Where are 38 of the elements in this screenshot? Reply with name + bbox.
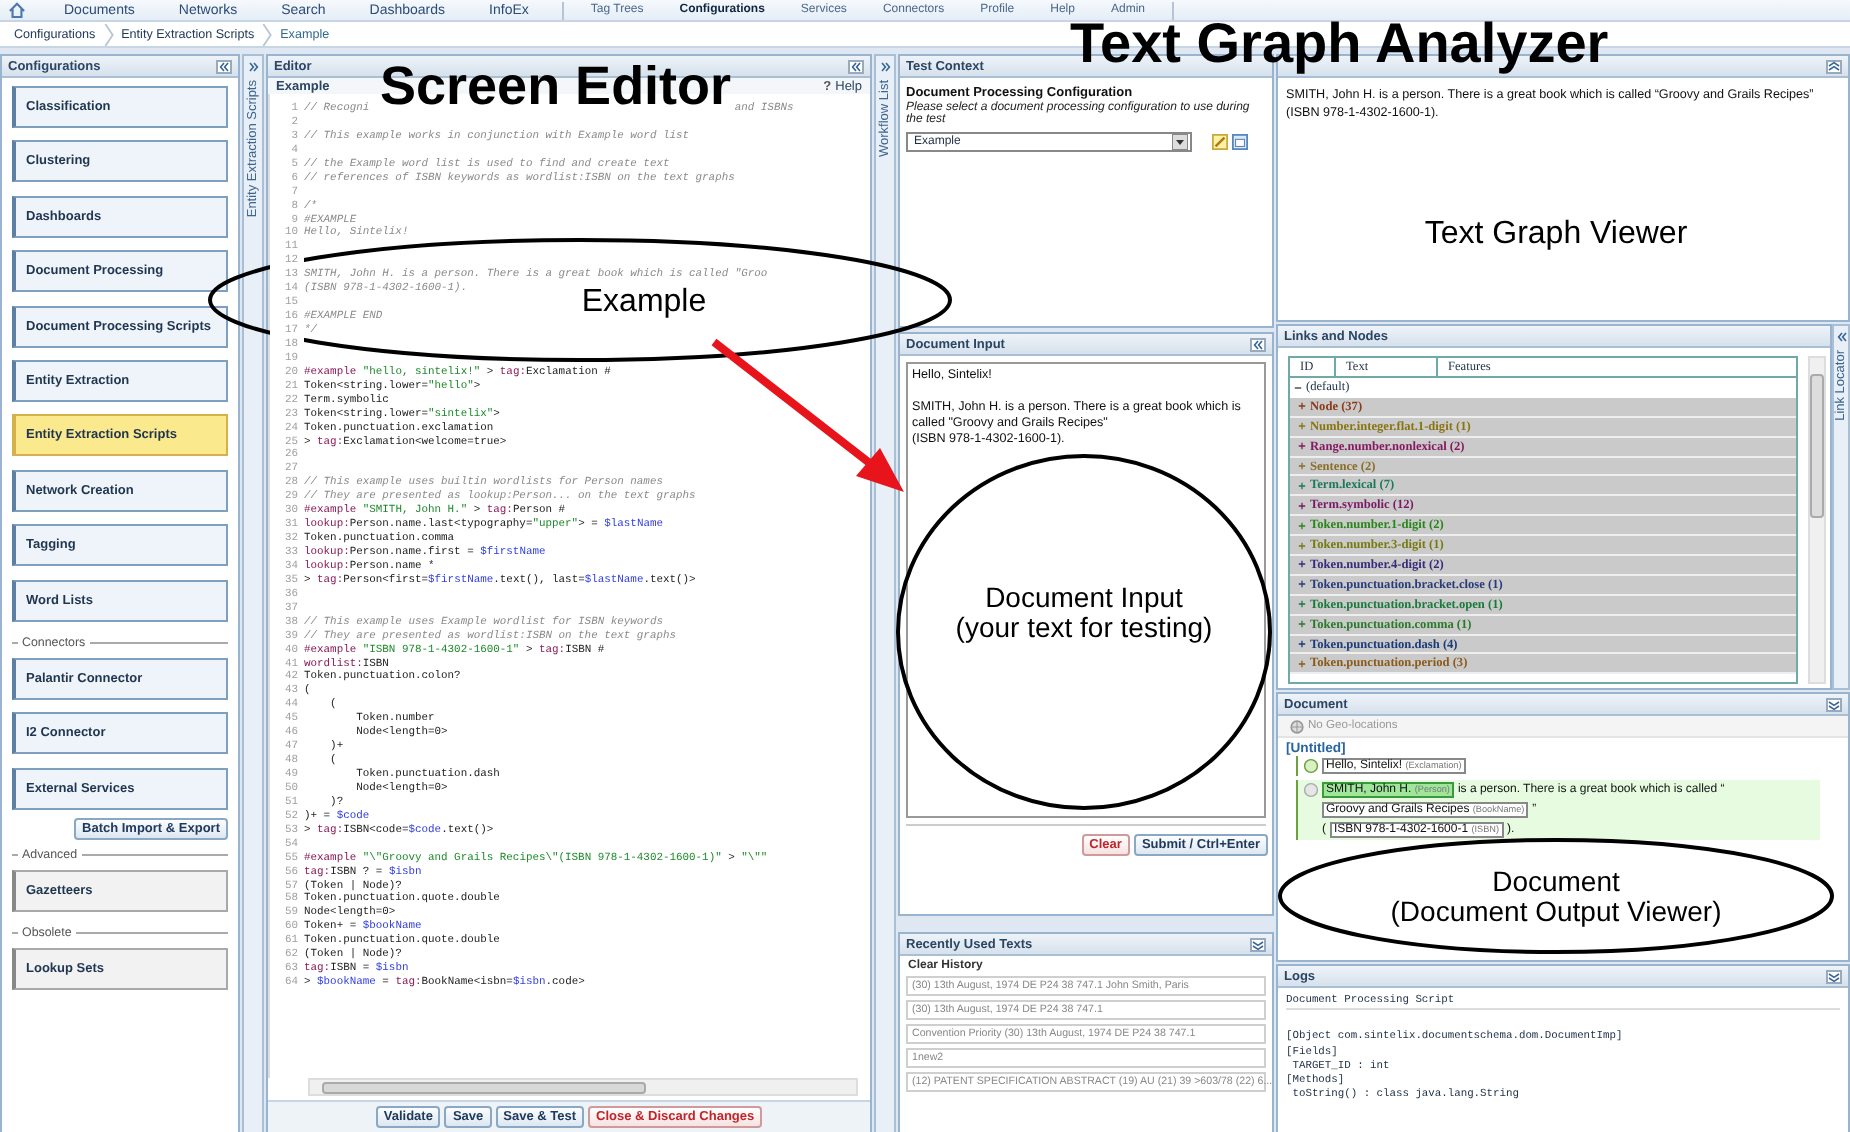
expand-icon[interactable] [1298,600,1306,609]
collapse-icon[interactable] [1833,330,1849,344]
expand-icon[interactable] [1298,560,1306,569]
collapse-icon[interactable] [1250,337,1266,351]
expand-icon[interactable] [1298,521,1306,530]
chevron-icon [262,23,273,45]
expand-icon[interactable] [1298,659,1306,668]
callout-label: Text Graph Viewer [1424,219,1688,253]
expand-icon[interactable] [1298,580,1306,589]
expand-icon[interactable] [1298,481,1306,490]
expand-icon[interactable] [245,60,261,74]
collapse-icon[interactable] [1826,59,1842,73]
expand-icon[interactable] [1298,442,1306,451]
collapse-icon[interactable] [848,59,864,73]
collapse-icon[interactable] [1250,937,1266,951]
expand-icon[interactable] [1298,541,1306,550]
pencil-icon[interactable] [1212,134,1228,150]
expand-icon[interactable] [1298,402,1306,411]
callout-label: Document Input (your text for testing) [955,582,1213,642]
expand-icon[interactable] [1298,640,1306,649]
collapse-icon[interactable] [216,59,232,73]
chevron-icon [103,23,114,45]
annotation-title: Text Graph Analyzer [1070,16,1609,72]
window-icon[interactable] [1232,134,1248,150]
horizontal-scrollbar[interactable] [308,1078,858,1096]
annotation-title: Screen Editor [380,60,732,114]
home-icon[interactable] [8,2,26,18]
callout-label: Document (Document Output Viewer) [1390,866,1722,926]
collapse-icon[interactable] [1826,697,1842,711]
expand-icon[interactable] [1298,501,1306,510]
caret-icon[interactable] [1172,134,1188,150]
collapse-icon[interactable] [1826,969,1842,983]
expand-icon[interactable] [1298,462,1306,470]
callout-label: Example [581,287,707,321]
expand-icon[interactable] [877,60,893,74]
expand-icon[interactable] [1298,620,1306,629]
expand-icon[interactable] [1298,422,1306,431]
vertical-scrollbar[interactable] [1808,356,1826,684]
